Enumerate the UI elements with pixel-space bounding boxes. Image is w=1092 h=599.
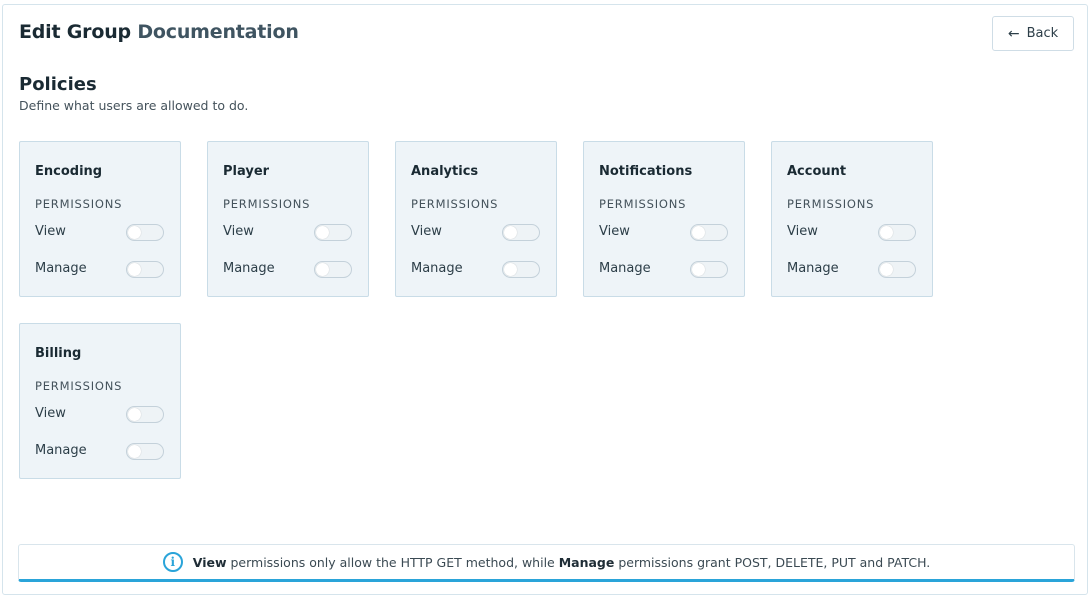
policy-card-encoding: Encoding PERMISSIONS View Manage [19,141,181,297]
toggle-knob [128,263,141,276]
info-view-word: View [192,554,227,570]
card-title: Notifications [599,164,693,179]
manage-label: Manage [35,261,87,276]
view-toggle[interactable] [126,406,164,423]
info-banner: i View permissions only allow the HTTP G… [18,544,1075,582]
manage-toggle[interactable] [126,443,164,460]
view-label: View [787,224,818,239]
permissions-label: PERMISSIONS [787,197,875,211]
view-toggle[interactable] [126,224,164,241]
info-icon: i [162,552,183,572]
view-label: View [411,224,442,239]
view-toggle[interactable] [690,224,728,241]
policy-card-billing: Billing PERMISSIONS View Manage [19,323,181,479]
toggle-knob [504,226,517,239]
policy-card-analytics: Analytics PERMISSIONS View Manage [395,141,557,297]
permissions-label: PERMISSIONS [411,197,499,211]
manage-toggle[interactable] [314,261,352,278]
group-name: Documentation [137,21,299,43]
card-title: Analytics [411,164,479,179]
section-description: Define what users are allowed to do. [19,98,249,113]
manage-toggle[interactable] [690,261,728,278]
info-text-part1: permissions only allow the HTTP GET meth… [226,554,559,570]
manage-toggle[interactable] [126,261,164,278]
section-title: Policies [19,74,97,95]
toggle-knob [504,263,517,276]
card-title: Account [787,164,847,179]
permissions-label: PERMISSIONS [223,197,311,211]
policy-card-notifications: Notifications PERMISSIONS View Manage [583,141,745,297]
view-label: View [599,224,630,239]
manage-label: Manage [787,261,839,276]
manage-label: Manage [411,261,463,276]
toggle-knob [128,408,141,421]
toggle-knob [880,226,893,239]
view-toggle[interactable] [878,224,916,241]
toggle-knob [880,263,893,276]
manage-label: Manage [35,443,87,458]
toggle-knob [692,263,705,276]
policy-card-account: Account PERMISSIONS View Manage [771,141,933,297]
view-toggle[interactable] [314,224,352,241]
info-text: View permissions only allow the HTTP GET… [193,555,931,570]
toggle-knob [316,263,329,276]
manage-toggle[interactable] [502,261,540,278]
toggle-knob [316,226,329,239]
permissions-label: PERMISSIONS [599,197,687,211]
permissions-label: PERMISSIONS [35,197,123,211]
manage-label: Manage [223,261,275,276]
card-title: Billing [35,346,82,361]
permissions-label: PERMISSIONS [35,379,123,393]
view-label: View [223,224,254,239]
toggle-knob [128,445,141,458]
view-label: View [35,406,66,421]
policy-card-player: Player PERMISSIONS View Manage [207,141,369,297]
toggle-knob [692,226,705,239]
manage-toggle[interactable] [878,261,916,278]
page-title-prefix: Edit Group [19,21,131,43]
back-button-label: Back [1026,26,1059,41]
page-frame [2,4,1088,595]
back-button[interactable]: ← Back [992,16,1074,51]
view-toggle[interactable] [502,224,540,241]
info-text-part2: permissions grant POST, DELETE, PUT and … [614,554,931,570]
view-label: View [35,224,66,239]
manage-label: Manage [599,261,651,276]
card-title: Encoding [35,164,103,179]
info-manage-word: Manage [558,554,615,570]
card-title: Player [223,164,270,179]
arrow-left-icon: ← [1007,25,1020,42]
toggle-knob [128,226,141,239]
page-title: Edit Group Documentation [19,21,299,43]
